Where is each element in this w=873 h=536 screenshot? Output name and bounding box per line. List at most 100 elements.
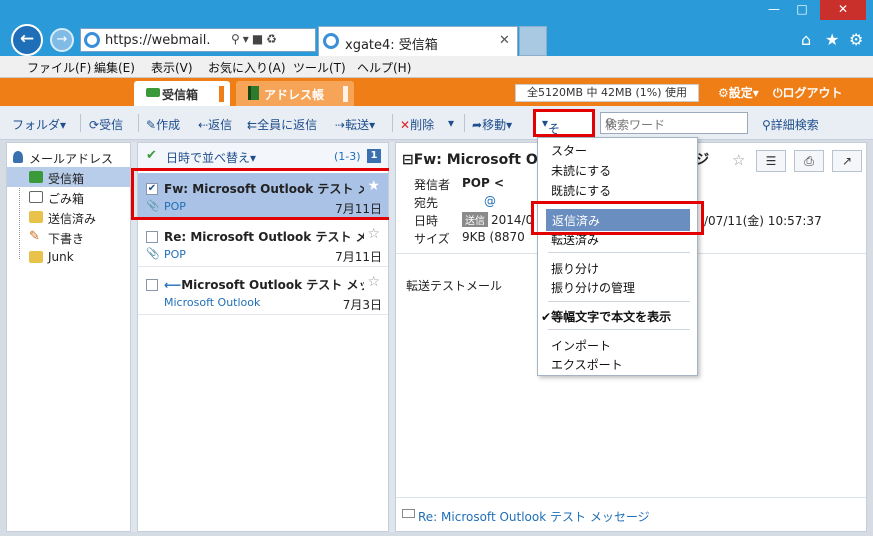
folder-root[interactable]: メールアドレス: [7, 147, 130, 167]
list-view-button[interactable]: ☰: [756, 150, 786, 172]
message-from: Microsoft Outlook: [164, 296, 261, 309]
back-arrow-icon[interactable]: ←: [11, 24, 43, 56]
reply-button[interactable]: ⇠返信: [198, 116, 232, 133]
menu-item-mark-read[interactable]: 既読にする: [551, 182, 611, 199]
menu-item-export[interactable]: エクスポート: [551, 356, 623, 373]
maximize-icon[interactable]: □: [788, 0, 816, 20]
meta-size: 9KB (8870: [462, 230, 525, 244]
advanced-search-label: 詳細検索: [770, 118, 819, 132]
sort-dropdown[interactable]: 日時で並べ替え▾: [166, 149, 256, 166]
preview-footer: Re: Microsoft Outlook テスト メッセージ: [396, 497, 866, 531]
folder-menu-button[interactable]: フォルダ▾: [12, 116, 66, 133]
new-tab-button[interactable]: [519, 26, 547, 56]
other-menu-button[interactable]: その他▾: [533, 109, 595, 170]
meta-date-line: 送信 2014/0: [462, 212, 533, 227]
folder-sent-label: 送信済み: [48, 212, 97, 226]
tab-marker: [219, 86, 224, 102]
related-message-link[interactable]: Re: Microsoft Outlook テスト メッセージ: [418, 508, 650, 525]
tab-inbox[interactable]: 受信箱: [134, 81, 230, 106]
toolbar-divider: [80, 114, 81, 132]
message-row[interactable]: Re: Microsoft Outlook テスト メッセージ ☆ 📎 POP …: [138, 221, 388, 267]
forward-icon: ⇢: [335, 118, 346, 132]
folder-sent[interactable]: 送信済み: [7, 207, 130, 227]
message-checkbox[interactable]: [146, 231, 158, 243]
close-icon[interactable]: ✕: [820, 0, 866, 20]
message-subject: Microsoft Outlook テスト メッセージ: [181, 278, 364, 292]
print-button[interactable]: ⎙: [794, 150, 824, 172]
star-outline-icon[interactable]: ☆: [367, 274, 380, 290]
logout-link[interactable]: ⏻ログアウト: [773, 84, 843, 101]
delete-button[interactable]: ✕削除: [400, 116, 434, 133]
power-icon: ⏻: [773, 86, 783, 100]
menu-item-import[interactable]: インポート: [551, 337, 611, 354]
menu-file[interactable]: ファイル(F): [27, 59, 91, 76]
message-list-header: ✔ 日時で並べ替え▾ (1-3) 1: [138, 143, 388, 169]
folder-menu-label: フォルダ: [12, 118, 61, 132]
reply-arrow-icon: ⇠: [198, 118, 209, 132]
meta-to[interactable]: @: [484, 194, 496, 208]
message-from: POP: [164, 248, 186, 261]
tab-marker: [343, 86, 348, 102]
popout-button[interactable]: ↗: [832, 150, 862, 172]
folder-drafts-label: 下書き: [48, 232, 85, 246]
settings-link[interactable]: ⚙設定▾: [718, 84, 759, 101]
minimize-icon[interactable]: —: [760, 0, 788, 20]
menu-favorites[interactable]: お気に入り(A): [208, 59, 286, 76]
message-row[interactable]: ⟵Microsoft Outlook テスト メッセージ ☆ Microsoft…: [138, 269, 388, 315]
address-tools-icon[interactable]: ⚲▾■♻: [231, 32, 280, 46]
folder-inbox-label: 受信箱: [48, 172, 85, 186]
star-outline-icon[interactable]: ☆: [367, 226, 380, 242]
folder-inbox[interactable]: 受信箱: [7, 167, 130, 187]
forward-label: 転送: [345, 118, 370, 132]
inbox-icon: [29, 171, 43, 183]
browser-tab-active[interactable]: xgate4: 受信箱 ✕: [318, 26, 518, 56]
message-date: 7月3日: [342, 298, 382, 312]
advanced-search-button[interactable]: ⚲詳細検索: [762, 116, 819, 133]
menu-item-mark-unread[interactable]: 未読にする: [551, 162, 611, 179]
inbox-icon: [146, 88, 160, 97]
browser-tab-title: xgate4: 受信箱: [345, 38, 438, 53]
folder-root-label: メールアドレス: [29, 152, 114, 166]
message-checkbox[interactable]: [146, 279, 158, 291]
search-input[interactable]: 検索ワード ⚲: [600, 112, 748, 134]
tab-address-book[interactable]: アドレス帳: [236, 81, 354, 106]
menu-item-monospace[interactable]: ✔等幅文字で本文を表示: [541, 308, 671, 325]
delete-x-icon: ✕: [400, 118, 411, 132]
browser-navbar: ← → https://webmail. ⚲▾■♻ xgate4: 受信箱 ✕ …: [0, 20, 873, 58]
sort-label: 日時で並べ替え: [166, 151, 251, 165]
menu-tools[interactable]: ツール(T): [293, 59, 346, 76]
folder-drafts[interactable]: ✎ 下書き: [7, 227, 130, 247]
compose-button[interactable]: ✎作成: [146, 116, 180, 133]
star-outline-icon[interactable]: ☆: [732, 151, 745, 169]
search-icon[interactable]: ⚲: [605, 116, 742, 130]
forward-button[interactable]: ⇢転送▾: [335, 116, 375, 133]
folder-junk[interactable]: Junk: [7, 247, 130, 267]
menu-item-filter[interactable]: 振り分け: [551, 260, 599, 277]
list-icon: ☰: [765, 154, 777, 168]
menu-view[interactable]: 表示(V): [151, 59, 193, 76]
page-number[interactable]: 1: [367, 149, 381, 163]
receive-button[interactable]: ⟳受信: [89, 116, 123, 133]
check-icon: ✔: [541, 310, 552, 324]
favorites-star-icon[interactable]: ★: [825, 30, 839, 49]
address-bar[interactable]: https://webmail. ⚲▾■♻: [80, 28, 316, 52]
menu-help[interactable]: ヘルプ(H): [357, 59, 411, 76]
folder-trash[interactable]: ごみ箱: [7, 187, 130, 207]
printer-icon: ⎙: [804, 154, 814, 168]
gear-icon[interactable]: ⚙: [849, 30, 863, 49]
menu-edit[interactable]: 編集(E): [94, 59, 135, 76]
user-icon: [13, 151, 23, 163]
receive-label: 受信: [99, 118, 124, 132]
paperclip-icon: 📎: [146, 247, 160, 260]
tab-close-icon[interactable]: ✕: [499, 33, 510, 48]
home-icon[interactable]: ⌂: [801, 30, 811, 49]
menu-item-star[interactable]: スター: [551, 142, 587, 159]
collapse-icon[interactable]: ⊟: [402, 152, 414, 168]
menu-item-filter-manage[interactable]: 振り分けの管理: [551, 279, 635, 296]
delete-menu-chevron-icon[interactable]: ▾: [448, 116, 454, 130]
toolbar-divider: [392, 114, 393, 132]
reply-all-button[interactable]: ⇇全員に返信: [247, 116, 317, 133]
move-button[interactable]: ➦移動▾: [472, 116, 512, 133]
forward-arrow-icon[interactable]: →: [50, 28, 74, 52]
ie-logo-icon: [323, 33, 339, 49]
